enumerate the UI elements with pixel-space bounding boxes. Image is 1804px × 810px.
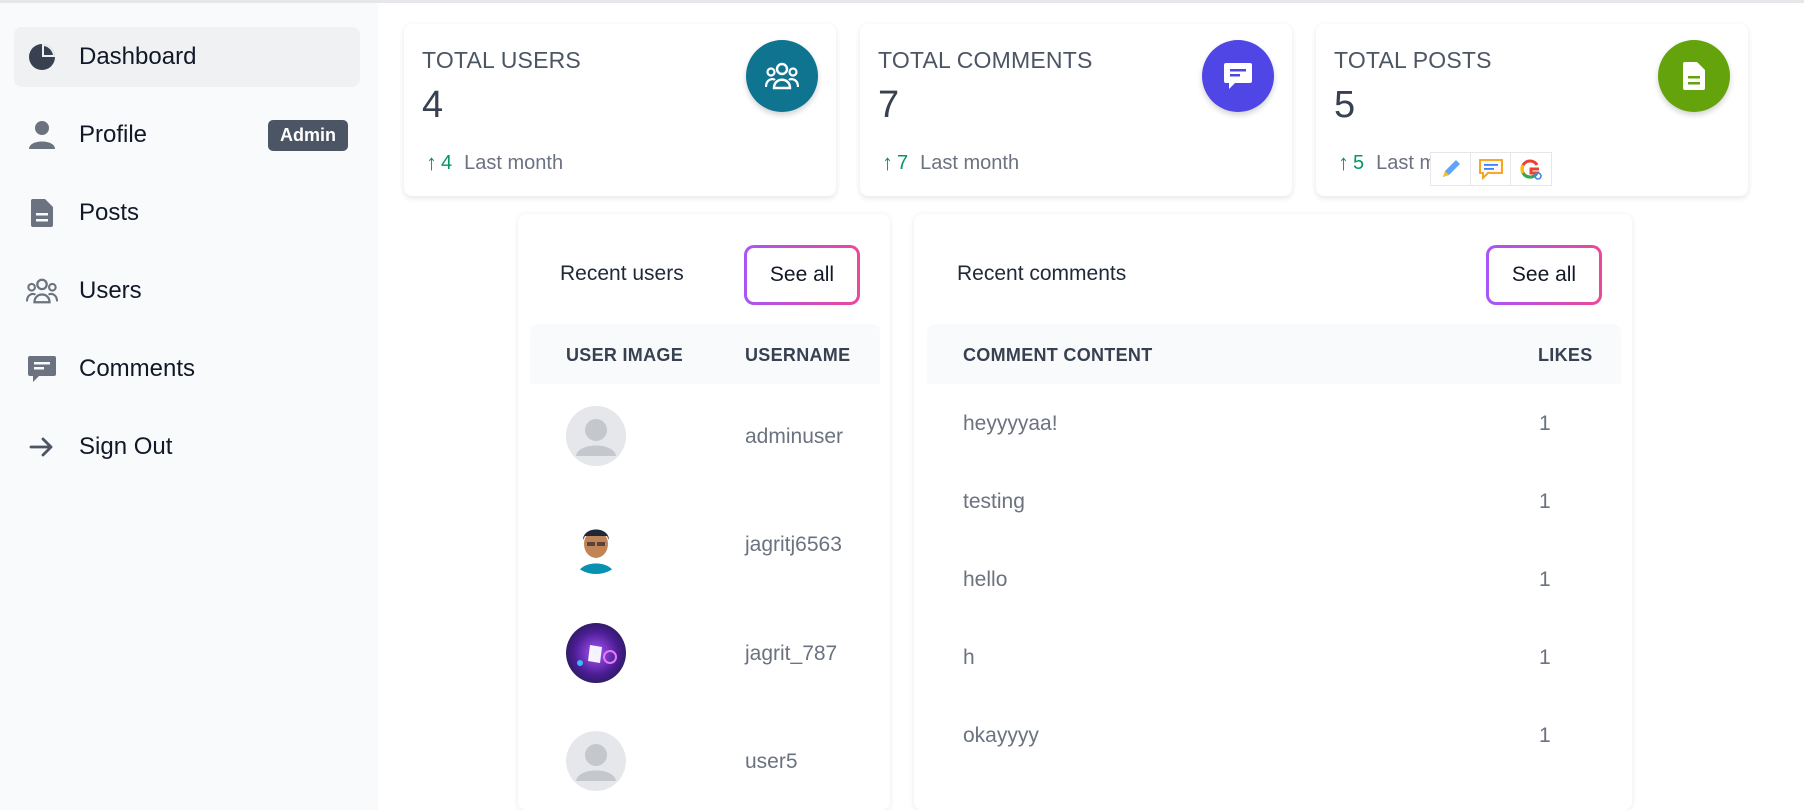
- column-header-username: USERNAME: [745, 345, 851, 365]
- trend-value: 5: [1353, 151, 1365, 174]
- comment-likes: 1: [1539, 724, 1551, 747]
- username: jagrit_787: [745, 642, 838, 665]
- trend-label: Last month: [464, 151, 564, 174]
- sidebar-item-sign-out[interactable]: Sign Out: [14, 417, 360, 477]
- arrow-up-icon: ↑: [1338, 150, 1349, 175]
- sidebar-item-posts[interactable]: Posts: [14, 183, 360, 243]
- comment-likes: 1: [1539, 490, 1551, 513]
- users-group-icon: [26, 275, 58, 307]
- comment-likes: 1: [1539, 568, 1551, 591]
- sidebar-item-label: Comments: [79, 355, 196, 382]
- trend-label: Last month: [920, 151, 1020, 174]
- comment-likes: 1: [1539, 646, 1551, 669]
- stat-title: TOTAL COMMENTS: [878, 47, 1093, 73]
- stat-trend: ↑ 5 Last m: [1338, 150, 1436, 176]
- username: user5: [745, 750, 798, 773]
- admin-badge: Admin: [268, 120, 348, 151]
- stat-value: 5: [1334, 84, 1356, 126]
- sidebar-item-label: Users: [79, 277, 142, 304]
- recent-comments-panel: Recent comments See all COMMENT CONTENT …: [914, 214, 1632, 810]
- speech-bubble-icon[interactable]: [1471, 153, 1511, 185]
- comment-likes: 1: [1539, 412, 1551, 435]
- sidebar-item-label: Profile: [79, 121, 148, 148]
- comment-icon: [26, 353, 58, 385]
- comment-content: testing: [963, 490, 1025, 513]
- comment-content: h: [963, 646, 975, 669]
- recent-users-panel: Recent users See all USER IMAGE USERNAME…: [518, 214, 890, 810]
- comment-content: heyyyyaa!: [963, 412, 1058, 435]
- username: jagritj6563: [745, 533, 842, 556]
- avatar: [566, 406, 626, 466]
- arrow-right-icon: [26, 431, 58, 463]
- trend-label: Last m: [1376, 151, 1437, 174]
- stat-value: 7: [878, 84, 900, 126]
- sidebar-item-dashboard[interactable]: Dashboard: [14, 27, 360, 87]
- recent-comments-title: Recent comments: [957, 262, 1127, 285]
- comment-content: okayyyy: [963, 724, 1039, 747]
- avatar: [566, 623, 626, 683]
- sidebar-item-label: Posts: [79, 199, 140, 226]
- sidebar-item-comments[interactable]: Comments: [14, 339, 360, 399]
- column-header-likes: LIKES: [1538, 345, 1593, 365]
- stat-trend: ↑ 7 Last month: [882, 150, 1019, 176]
- see-all-label: See all: [1489, 248, 1599, 302]
- comments-table-header: COMMENT CONTENT LIKES: [927, 324, 1621, 384]
- sidebar-item-label: Sign Out: [79, 433, 173, 460]
- document-icon: [1658, 40, 1730, 112]
- user-icon: [26, 119, 58, 151]
- sidebar-item-users[interactable]: Users: [14, 261, 360, 321]
- stat-card-comments: TOTAL COMMENTS 7 ↑ 7 Last month: [860, 24, 1292, 196]
- comment-content: hello: [963, 568, 1008, 591]
- column-header-comment-content: COMMENT CONTENT: [963, 345, 1153, 365]
- stat-title: TOTAL POSTS: [1334, 47, 1492, 73]
- pencil-icon[interactable]: [1431, 153, 1471, 185]
- trend-value: 7: [897, 151, 909, 174]
- pie-chart-icon: [26, 41, 58, 73]
- sidebar: Dashboard Profile Admin Posts Users Comm…: [0, 3, 378, 810]
- extension-toolbar: [1430, 152, 1552, 186]
- see-all-users-button[interactable]: See all: [744, 245, 860, 305]
- comment-icon: [1202, 40, 1274, 112]
- stat-title: TOTAL USERS: [422, 47, 581, 73]
- document-icon: [26, 197, 58, 229]
- stat-card-users: TOTAL USERS 4 ↑ 4 Last month: [404, 24, 836, 196]
- see-all-label: See all: [747, 248, 857, 302]
- users-group-icon: [746, 40, 818, 112]
- sidebar-item-profile[interactable]: Profile Admin: [14, 105, 360, 165]
- column-header-user-image: USER IMAGE: [566, 345, 684, 365]
- arrow-up-icon: ↑: [882, 150, 893, 175]
- arrow-up-icon: ↑: [426, 150, 437, 175]
- recent-users-title: Recent users: [560, 262, 684, 285]
- users-table-header: USER IMAGE USERNAME: [530, 324, 880, 384]
- stat-value: 4: [422, 84, 444, 126]
- sidebar-item-label: Dashboard: [79, 43, 197, 70]
- avatar: [566, 731, 626, 791]
- stat-trend: ↑ 4 Last month: [426, 150, 563, 176]
- avatar: [566, 514, 626, 574]
- trend-value: 4: [441, 151, 453, 174]
- see-all-comments-button[interactable]: See all: [1486, 245, 1602, 305]
- username: adminuser: [745, 425, 844, 448]
- google-search-icon[interactable]: [1511, 153, 1551, 185]
